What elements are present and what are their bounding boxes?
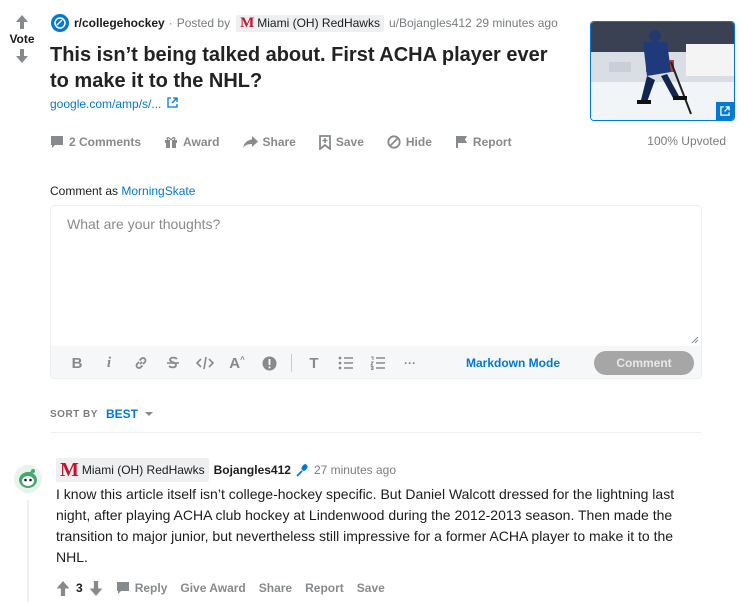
chevron-down-icon (144, 412, 153, 416)
comment-share-button[interactable]: Share (259, 581, 292, 595)
bold-button[interactable]: B (61, 351, 93, 375)
post-outbound-link[interactable]: google.com/amp/s/... (50, 97, 179, 111)
flag-icon (455, 136, 467, 148)
italic-button[interactable]: i (93, 351, 125, 375)
miami-m-logo-icon: M (240, 14, 255, 31)
strikethrough-icon (167, 356, 179, 369)
thread-line[interactable] (27, 500, 29, 602)
post-thumbnail[interactable] (590, 21, 735, 121)
post-action-bar: 2 Comments Award Share Save Hide Report (50, 130, 535, 154)
share-label: Share (262, 135, 296, 149)
separator-dot: · (168, 16, 173, 30)
comment-report-button[interactable]: Report (305, 581, 344, 595)
comment-flair-text: Miami (OH) RedHawks (81, 463, 205, 477)
numbered-list-button[interactable] (362, 351, 394, 375)
heading-button[interactable]: T (298, 351, 330, 375)
post-time[interactable]: 29 minutes ago (476, 16, 558, 30)
post-meta: r/collegehockey · Posted by M Miami (OH)… (51, 14, 558, 32)
current-username-link[interactable]: MorningSkate (121, 184, 195, 198)
numbered-list-icon (370, 356, 385, 370)
comments-button[interactable]: 2 Comments (50, 135, 141, 149)
report-button[interactable]: Report (455, 135, 512, 149)
comment-action-bar: 3 Reply Give Award Share Report Save (56, 578, 398, 598)
comment-body: I know this article itself isn’t college… (56, 486, 675, 565)
downvote-icon[interactable] (14, 48, 30, 64)
link-button[interactable] (125, 351, 157, 375)
reply-button[interactable]: Reply (116, 581, 168, 595)
subreddit-icon[interactable] (51, 14, 69, 32)
sort-dropdown[interactable]: SORT BY BEST (50, 407, 154, 421)
comments-count: 2 Comments (69, 135, 142, 149)
sort-value[interactable]: BEST (106, 407, 138, 421)
save-button[interactable]: Save (318, 134, 364, 150)
external-link-icon (167, 97, 179, 111)
comment-icon (116, 582, 129, 594)
inline-code-button[interactable] (189, 351, 221, 375)
toolbar-separator (291, 354, 292, 372)
markdown-mode-button[interactable]: Markdown Mode (466, 346, 560, 378)
award-button[interactable]: Award (164, 135, 220, 149)
sort-divider (50, 432, 702, 433)
hide-button[interactable]: Hide (387, 135, 432, 149)
code-icon (196, 356, 214, 370)
more-icon: ··· (404, 356, 416, 370)
comment-as-line: Comment as MorningSkate (50, 184, 195, 198)
italic-icon: i (106, 354, 112, 371)
avatar[interactable] (14, 465, 42, 493)
comment-icon (51, 136, 63, 148)
award-label: Award (183, 135, 220, 149)
share-icon (242, 135, 258, 148)
comment-time[interactable]: 27 minutes ago (314, 463, 396, 477)
bookmark-icon (318, 134, 331, 150)
upvote-icon[interactable] (14, 14, 30, 30)
report-label: Report (472, 135, 512, 149)
bold-icon: B (71, 354, 83, 372)
post-title[interactable]: This isn’t being talked about. First ACH… (50, 42, 570, 94)
miami-m-logo-icon: M (60, 459, 79, 481)
save-label: Save (335, 135, 364, 149)
give-award-button[interactable]: Give Award (180, 581, 245, 595)
gift-icon (165, 137, 178, 148)
comment-header: M Miami (OH) RedHawks Bojangles412 27 mi… (56, 458, 396, 482)
comment-author-link[interactable]: Bojangles412 (214, 463, 291, 477)
post-link-text[interactable]: google.com/amp/s/... (50, 97, 161, 111)
microphone-icon (296, 464, 308, 477)
comment-upvote-icon[interactable] (56, 580, 70, 596)
comment-user-flair: M Miami (OH) RedHawks (56, 458, 209, 482)
sort-label: SORT BY (50, 408, 98, 420)
comment-downvote-icon[interactable] (89, 580, 103, 596)
resize-handle-icon[interactable] (689, 334, 699, 344)
comment-save-button[interactable]: Save (357, 581, 385, 595)
comment-as-label: Comment as (50, 184, 119, 198)
subreddit-link[interactable]: r/collegehockey (74, 16, 165, 30)
hide-label: Hide (405, 135, 432, 149)
bulleted-list-button[interactable] (330, 351, 362, 375)
share-button[interactable]: Share (242, 135, 296, 149)
hide-icon (387, 135, 401, 149)
reply-label: Reply (134, 581, 168, 595)
posted-by-label: Posted by (176, 16, 231, 30)
spoiler-icon (262, 356, 276, 370)
bulleted-list-icon (338, 356, 353, 370)
spoiler-button[interactable] (253, 351, 285, 375)
user-flair: M Miami (OH) RedHawks (236, 14, 384, 32)
more-options-button[interactable]: ··· (394, 351, 426, 375)
comment-submit-button[interactable]: Comment (594, 351, 694, 375)
formatting-toolbar: B i A ^ T ··· Markdown Mode Comment (51, 346, 701, 378)
strikethrough-button[interactable] (157, 351, 189, 375)
user-flair-text: Miami (OH) RedHawks (257, 16, 380, 30)
comment-textarea[interactable] (51, 206, 701, 346)
vote-column: Vote (0, 14, 44, 64)
thumbnail-external-icon (716, 102, 734, 120)
comment-composer: B i A^ T ··· Markdown Mode Comment (50, 205, 702, 379)
link-icon (135, 357, 147, 369)
comment-score: 3 (76, 581, 83, 595)
upvoted-percentage: 100% Upvoted (647, 134, 726, 148)
superscript-button[interactable]: A ^ (221, 351, 253, 375)
heading-icon: T (309, 354, 319, 372)
superscript-icon: A (229, 354, 241, 372)
vote-label: Vote (9, 32, 35, 46)
post-author-link[interactable]: u/Bojangles412 (389, 16, 472, 30)
